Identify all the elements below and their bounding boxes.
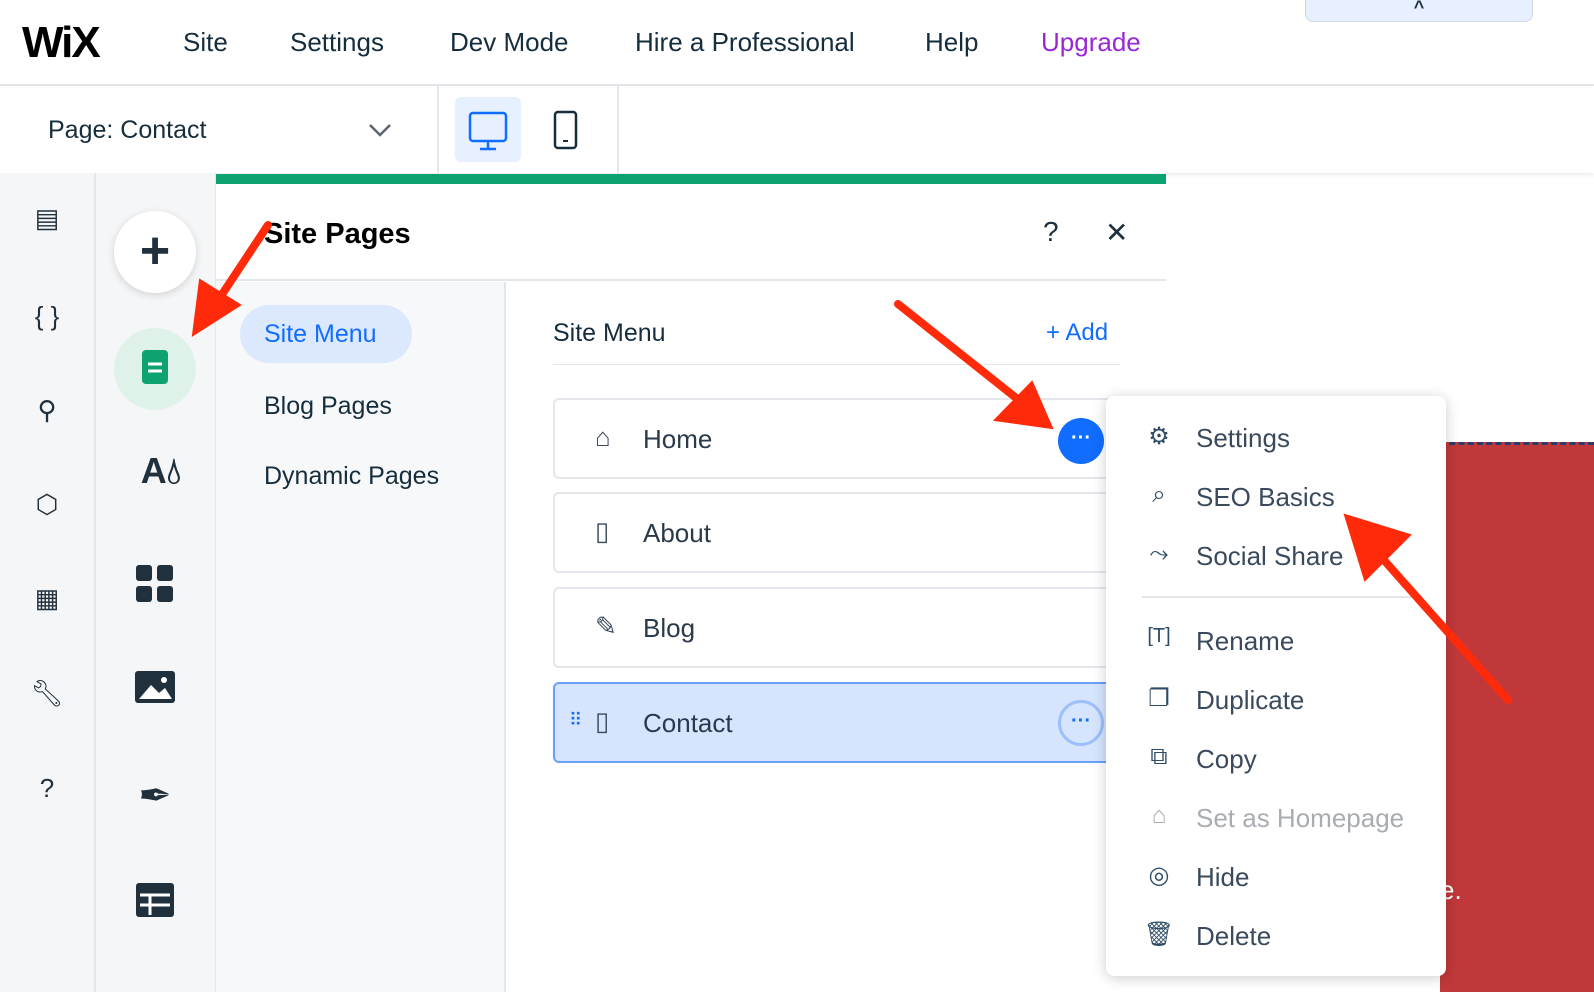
nav-upgrade[interactable]: Upgrade [1041, 27, 1141, 58]
menu-label: Social Share [1196, 541, 1344, 571]
menu-item-duplicate[interactable]: ❐ Duplicate [1142, 680, 1432, 720]
menu-label: Rename [1196, 626, 1295, 656]
menu-item-settings[interactable]: ⚙︎ Settings [1142, 418, 1432, 458]
gear-icon: ⚙︎ [1148, 423, 1170, 450]
mobile-view-button[interactable] [540, 97, 590, 162]
pen-icon: ✎ [595, 611, 617, 641]
desktop-icon [468, 111, 508, 151]
chevron-down-icon[interactable] [368, 122, 392, 138]
menu-label: Copy [1196, 744, 1257, 774]
menu-item-social-share[interactable]: ⤳ Social Share [1142, 536, 1432, 576]
nav-settings[interactable]: Settings [290, 27, 384, 58]
page-row-about[interactable]: ▯ About [553, 492, 1133, 573]
page-icon: ▯ [595, 516, 610, 546]
menu-item-copy[interactable]: ⧉ Copy [1142, 739, 1432, 779]
mobile-icon [553, 110, 578, 150]
apps-icon[interactable] [136, 565, 176, 610]
drag-handle-icon[interactable]: ⠿ [569, 710, 582, 731]
menu-item-hide[interactable]: ◎ Hide [1142, 857, 1432, 897]
divider [617, 86, 619, 173]
pages-category-nav [216, 282, 506, 992]
share-icon: ⤳ [1149, 540, 1169, 567]
menu-label: Delete [1196, 921, 1272, 951]
page-label: Contact [643, 708, 733, 738]
divider [216, 279, 1166, 281]
duplicate-icon: ❐ [1148, 685, 1170, 712]
copy-icon: ⧉ [1150, 743, 1168, 770]
page-selector[interactable]: Page: Contact [48, 116, 206, 145]
page-row-home[interactable]: ⌂ Home [553, 398, 1133, 479]
help-button[interactable]: ? [1043, 216, 1059, 248]
section-title: Site Menu [553, 319, 666, 347]
dev-tools-rail: ▤ { } ⚲ ⬡ ▦ 🔧︎ ? [0, 173, 96, 992]
close-button[interactable]: ✕ [1105, 216, 1128, 249]
menu-label: SEO Basics [1196, 482, 1335, 512]
editor-toolbar: Page: Contact [0, 86, 1594, 173]
page-icon [142, 350, 168, 384]
page-label: About [643, 518, 711, 548]
more-actions-button-contact[interactable]: ··· [1058, 700, 1104, 746]
add-panel-rail: + A💧︎ ✒︎ [96, 173, 216, 992]
menu-item-delete[interactable]: 🗑︎ Delete [1142, 916, 1432, 956]
desktop-view-button[interactable] [455, 97, 521, 162]
divider [1142, 596, 1422, 598]
seo-icon: ⌕ [1152, 481, 1166, 508]
cms-icon[interactable] [136, 883, 176, 924]
nav-dev-mode[interactable]: Dev Mode [450, 27, 569, 58]
page-row-blog[interactable]: ✎ Blog [553, 587, 1133, 668]
page-row-contact[interactable]: ⠿ ▯ Contact [553, 682, 1133, 763]
trash-icon: 🗑︎ [1143, 921, 1175, 948]
nav-blog-pages[interactable]: Blog Pages [264, 392, 392, 421]
home-icon: ⌂ [595, 422, 611, 452]
nav-dynamic-pages[interactable]: Dynamic Pages [264, 462, 439, 491]
page-prefix: Page: [48, 116, 114, 144]
nav-site-menu-label[interactable]: Site Menu [264, 320, 377, 349]
rename-icon: [T] [1147, 625, 1171, 647]
code-file-icon[interactable]: ▤ [22, 203, 72, 243]
divider [437, 86, 439, 173]
page-icon: ▯ [595, 706, 610, 736]
add-elements-button[interactable]: + [114, 211, 196, 293]
media-icon[interactable] [135, 671, 177, 710]
hide-icon: ◎ [1148, 862, 1170, 889]
menu-label: Duplicate [1196, 685, 1305, 715]
menu-label: Settings [1196, 423, 1290, 453]
menu-label: Hide [1196, 862, 1250, 892]
package-icon[interactable]: ⬡ [22, 489, 72, 529]
page-label: Blog [643, 613, 696, 643]
collapse-tab[interactable]: ^ [1305, 0, 1533, 22]
add-page-button[interactable]: + Add [1046, 319, 1108, 347]
nav-hire-professional[interactable]: Hire a Professional [635, 27, 855, 58]
design-icon[interactable]: A💧︎ [126, 450, 196, 500]
wix-logo[interactable]: WiX [22, 18, 101, 68]
panel-title: Site Pages [264, 218, 411, 250]
nav-site[interactable]: Site [183, 27, 228, 58]
pages-button[interactable] [114, 328, 196, 410]
more-actions-button-home[interactable]: ··· [1058, 418, 1104, 464]
page-name: Contact [120, 116, 207, 144]
page-context-menu: ⚙︎ Settings ⌕ SEO Basics ⤳ Social Share [T]… [1106, 396, 1446, 976]
code-braces-icon[interactable]: { } [22, 301, 72, 341]
database-icon[interactable]: ▦ [22, 583, 72, 623]
search-icon[interactable]: ⚲ [22, 395, 72, 435]
help-icon[interactable]: ? [22, 773, 72, 813]
menu-item-seo-basics[interactable]: ⌕ SEO Basics [1142, 477, 1432, 517]
menu-item-set-as-homepage: ⌂ Set as Homepage [1142, 798, 1432, 838]
canvas-red-section: e. [1440, 442, 1594, 992]
nav-help[interactable]: Help [925, 27, 978, 58]
top-bar: WiX Site Settings Dev Mode Hire a Profes… [0, 0, 1594, 86]
wrench-icon[interactable]: 🔧︎ [22, 678, 72, 718]
menu-label: Set as Homepage [1196, 803, 1405, 833]
blog-pen-icon[interactable]: ✒︎ [120, 773, 190, 823]
page-label: Home [643, 424, 713, 454]
home-icon: ⌂ [1151, 802, 1167, 829]
divider [553, 364, 1120, 365]
menu-item-rename[interactable]: [T] Rename [1142, 621, 1432, 661]
